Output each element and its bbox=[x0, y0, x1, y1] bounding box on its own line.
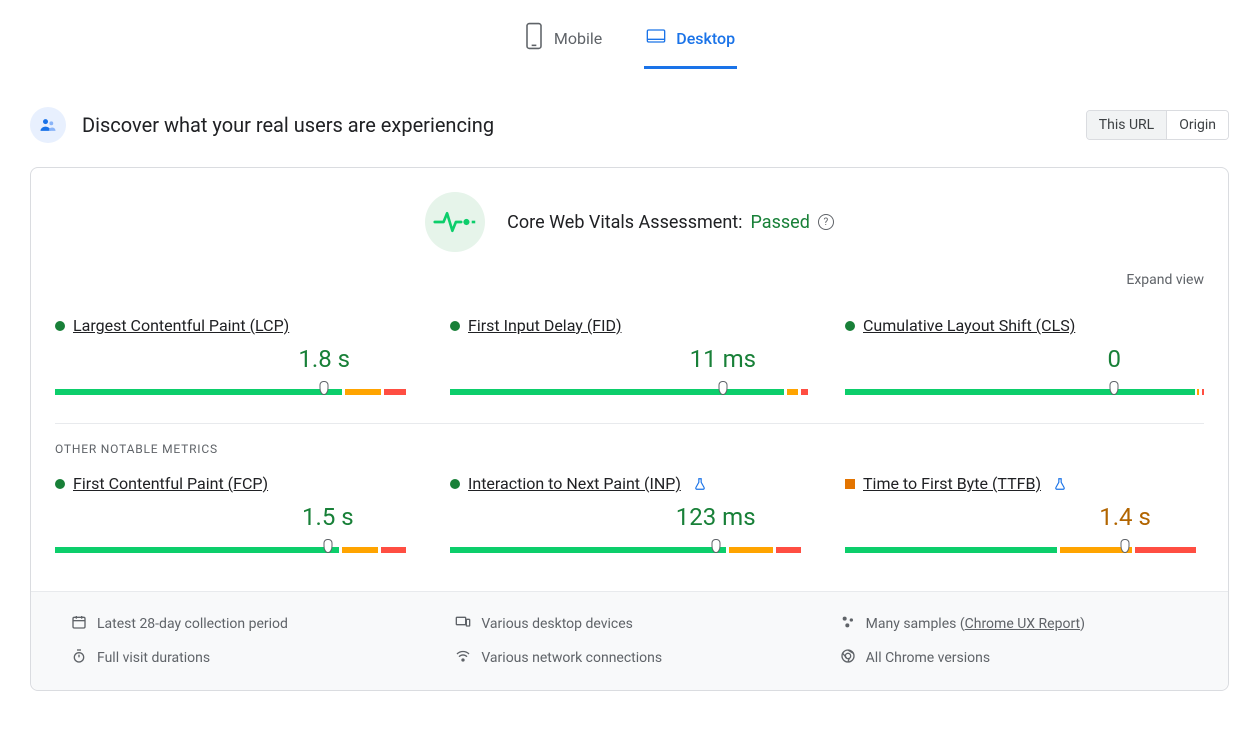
metric-name-link[interactable]: Largest Contentful Paint (LCP) bbox=[73, 316, 289, 335]
status-dot bbox=[450, 479, 460, 489]
device-tabs: Mobile Desktop bbox=[30, 0, 1229, 69]
metric-name-link[interactable]: First Contentful Paint (FCP) bbox=[73, 474, 268, 493]
distribution-bar bbox=[55, 547, 414, 553]
percentile-marker bbox=[711, 539, 720, 553]
field-data-card: Core Web Vitals Assessment: Passed ? Exp… bbox=[30, 167, 1229, 691]
metric-inp: Interaction to Next Paint (INP) 123 ms bbox=[450, 474, 809, 581]
other-metrics-grid: First Contentful Paint (FCP) 1.5 s Intera… bbox=[31, 464, 1228, 581]
scope-this-url[interactable]: This URL bbox=[1087, 111, 1166, 139]
header-row: Discover what your real users are experi… bbox=[30, 107, 1229, 143]
tab-mobile[interactable]: Mobile bbox=[522, 18, 604, 69]
metric-name-link[interactable]: Interaction to Next Paint (INP) bbox=[468, 474, 681, 493]
devices-icon bbox=[455, 614, 471, 634]
info-period-text: Latest 28-day collection period bbox=[97, 616, 288, 632]
metric-lcp: Largest Contentful Paint (LCP) 1.8 s bbox=[55, 316, 414, 423]
metric-value: 1.5 s bbox=[302, 503, 354, 531]
info-chrome-text: All Chrome versions bbox=[866, 650, 990, 666]
metric-ttfb: Time to First Byte (TTFB) 1.4 s bbox=[845, 474, 1204, 581]
samples-icon bbox=[840, 614, 856, 634]
status-dot bbox=[450, 321, 460, 331]
status-dot bbox=[845, 321, 855, 331]
mobile-icon bbox=[524, 22, 544, 54]
scope-toggle: This URL Origin bbox=[1086, 110, 1229, 140]
status-dot bbox=[55, 479, 65, 489]
tab-desktop-label: Desktop bbox=[676, 29, 735, 48]
assessment-label: Core Web Vitals Assessment: bbox=[507, 212, 742, 233]
distribution-bar bbox=[845, 389, 1204, 395]
metric-fid: First Input Delay (FID) 11 ms bbox=[450, 316, 809, 423]
info-connections: Various network connections bbox=[455, 648, 803, 668]
assessment-status: Passed bbox=[751, 212, 810, 233]
percentile-marker bbox=[323, 539, 332, 553]
percentile-marker bbox=[1121, 539, 1130, 553]
info-period: Latest 28-day collection period bbox=[71, 614, 419, 634]
distribution-bar bbox=[450, 547, 809, 553]
desktop-icon bbox=[646, 22, 666, 54]
info-samples-text: Many samples (Chrome UX Report) bbox=[866, 616, 1085, 632]
info-devices: Various desktop devices bbox=[455, 614, 803, 634]
distribution-bar bbox=[450, 389, 809, 395]
info-durations: Full visit durations bbox=[71, 648, 419, 668]
metric-value: 1.4 s bbox=[1099, 503, 1151, 531]
tab-mobile-label: Mobile bbox=[554, 29, 602, 48]
metric-value: 11 ms bbox=[690, 345, 756, 373]
info-grid: Latest 28-day collection period Various … bbox=[31, 591, 1228, 690]
metric-value: 123 ms bbox=[676, 503, 756, 531]
info-durations-text: Full visit durations bbox=[97, 650, 210, 666]
calendar-icon bbox=[71, 614, 87, 634]
status-dot bbox=[55, 321, 65, 331]
metric-name-link[interactable]: Time to First Byte (TTFB) bbox=[863, 474, 1041, 493]
percentile-marker bbox=[1110, 381, 1119, 395]
page-title: Discover what your real users are experi… bbox=[82, 113, 494, 137]
other-metrics-label: OTHER NOTABLE METRICS bbox=[31, 442, 1228, 464]
metric-value: 0 bbox=[1108, 345, 1122, 373]
metric-name-link[interactable]: First Input Delay (FID) bbox=[468, 316, 622, 335]
assessment-row: Core Web Vitals Assessment: Passed ? bbox=[31, 192, 1228, 252]
wifi-icon bbox=[455, 648, 471, 668]
expand-view-link[interactable]: Expand view bbox=[1126, 272, 1204, 288]
metric-fcp: First Contentful Paint (FCP) 1.5 s bbox=[55, 474, 414, 581]
info-samples: Many samples (Chrome UX Report) bbox=[840, 614, 1188, 634]
experimental-flask-icon bbox=[1053, 477, 1067, 491]
metric-value: 1.8 s bbox=[298, 345, 350, 373]
metric-name-link[interactable]: Cumulative Layout Shift (CLS) bbox=[863, 316, 1075, 335]
distribution-bar bbox=[55, 389, 414, 395]
distribution-bar bbox=[845, 547, 1204, 553]
chrome-icon bbox=[840, 648, 856, 668]
tab-desktop[interactable]: Desktop bbox=[644, 18, 737, 69]
info-connections-text: Various network connections bbox=[481, 650, 662, 666]
assessment-text: Core Web Vitals Assessment: Passed ? bbox=[507, 212, 834, 233]
divider bbox=[55, 423, 1204, 424]
percentile-marker bbox=[718, 381, 727, 395]
vitals-pulse-icon bbox=[425, 192, 485, 252]
core-metrics-grid: Largest Contentful Paint (LCP) 1.8 s Firs… bbox=[31, 288, 1228, 423]
status-dot bbox=[845, 479, 855, 489]
crux-link[interactable]: Chrome UX Report bbox=[965, 616, 1080, 632]
users-icon bbox=[30, 107, 66, 143]
scope-origin[interactable]: Origin bbox=[1166, 111, 1228, 139]
stopwatch-icon bbox=[71, 648, 87, 668]
info-icon[interactable]: ? bbox=[818, 214, 834, 230]
info-devices-text: Various desktop devices bbox=[481, 616, 633, 632]
info-chrome: All Chrome versions bbox=[840, 648, 1188, 668]
percentile-marker bbox=[320, 381, 329, 395]
metric-cls: Cumulative Layout Shift (CLS) 0 bbox=[845, 316, 1204, 423]
experimental-flask-icon bbox=[693, 477, 707, 491]
